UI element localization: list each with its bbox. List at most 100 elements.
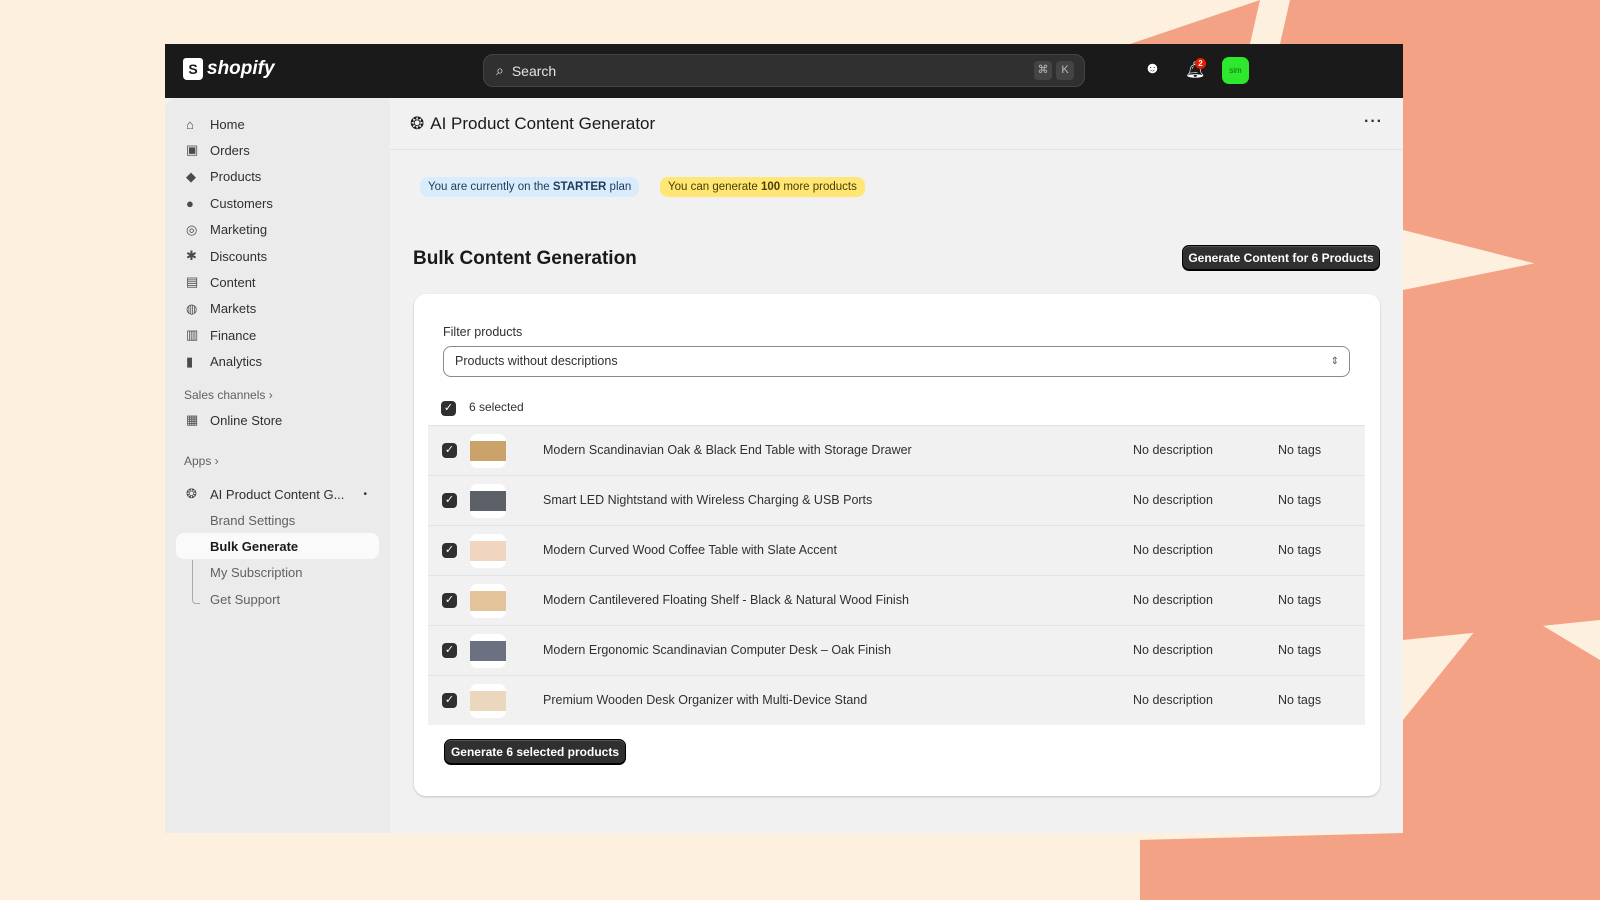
sidebar-item-markets[interactable]: ◍ Markets [176,296,379,322]
sidebar-item-orders[interactable]: ▣ Orders [176,137,379,163]
quota-prefix: You can generate [668,181,758,193]
row-checkbox[interactable]: ✓ [442,443,457,458]
sidebar-item-online-store[interactable]: ▦ Online Store [176,407,379,433]
discounts-icon: ✱ [186,248,197,263]
app-header: ❂ AI Product Content Generator [390,98,1403,150]
product-thumbnail [470,684,506,718]
row-checkbox[interactable]: ✓ [442,493,457,508]
product-tags: No tags [1278,493,1322,507]
apps-heading[interactable]: Apps › [184,454,219,468]
search-input[interactable]: ⌕ Search ⌘ K [483,54,1085,87]
app-aperture-icon: ❂ [410,113,425,133]
sidebar-subitem-bulk-generate[interactable]: Bulk Generate [176,533,379,560]
quota-suffix: more products [783,181,857,193]
sidebar-item-content[interactable]: ▤ Content [176,269,379,295]
sidebar-item-home[interactable]: ⌂ Home [176,111,379,137]
sidebar-item-analytics[interactable]: ▮ Analytics [176,349,379,375]
product-name[interactable]: Smart LED Nightstand with Wireless Charg… [543,493,872,507]
table-row[interactable]: ✓ Modern Ergonomic Scandinavian Computer… [428,625,1365,675]
product-thumbnail [470,634,506,668]
sidebar-item-finance[interactable]: ▥ Finance [176,322,379,348]
product-tags: No tags [1278,443,1322,457]
row-checkbox[interactable]: ✓ [442,543,457,558]
select-all-checkbox[interactable]: ✓ [441,401,456,416]
product-name[interactable]: Modern Curved Wood Coffee Table with Sla… [543,543,837,557]
shortcut-cmd-key: ⌘ [1034,61,1052,80]
orders-icon: ▣ [186,142,199,158]
product-tags: No tags [1278,543,1322,557]
sidebar-item-label: Home [210,116,245,132]
sidebar-item-discounts[interactable]: ✱ Discounts [176,243,379,269]
product-thumbnail [470,484,506,518]
sidebar-item-customers[interactable]: ● Customers [176,190,379,216]
sidebar-item-label: Brand Settings [210,512,296,528]
shopify-bag-icon: S [183,58,203,80]
sidebar-item-label: Online Store [210,412,283,428]
app-aperture-icon: ❂ [186,486,197,501]
row-checkbox[interactable]: ✓ [442,593,457,608]
filter-select[interactable]: Products without descriptions ⇕ [443,346,1350,377]
table-row[interactable]: ✓ Modern Scandinavian Oak & Black End Ta… [428,425,1365,475]
product-name[interactable]: Modern Cantilevered Floating Shelf - Bla… [543,593,909,607]
section-title: Bulk Content Generation [413,248,637,269]
sidebar-item-label: Markets [210,301,257,317]
customers-icon: ● [186,195,194,211]
product-description: No description [1133,443,1213,457]
product-description: No description [1133,643,1213,657]
sidebar-item-products[interactable]: ◆ Products [176,164,379,190]
sidebar-item-label: AI Product Content G... [210,486,345,502]
sidebar-item-label: Orders [210,142,250,158]
sidebar-item-label: Content [210,274,256,290]
plan-badge: You are currently on the STARTER plan [420,177,640,197]
generate-selected-button[interactable]: Generate 6 selected products [444,739,626,765]
shortcut-k-key: K [1056,61,1074,80]
product-tags: No tags [1278,693,1322,707]
shopify-admin-window: Sshopify ⌕ Search ⌘ K ☻ 🔔︎ 2 sim Sales c… [165,44,1403,833]
generate-content-button[interactable]: Generate Content for 6 Products [1182,245,1380,271]
sidebar-item-label: Finance [210,327,257,343]
sidebar: Sales channels › ▦ Online Store Apps › ❂ A… [165,98,390,833]
product-description: No description [1133,693,1213,707]
sales-channels-heading[interactable]: Sales channels › [184,388,273,402]
analytics-icon: ▮ [186,353,194,369]
plan-name: STARTER [552,181,607,193]
row-checkbox[interactable]: ✓ [442,643,457,658]
products-card: Filter products Products without descrip… [414,294,1380,796]
main-content: ❂ AI Product Content Generator ··· You ar… [390,98,1403,833]
sidebar-subitem-brand-settings[interactable]: Brand Settings [176,507,379,533]
search-icon: ⌕ [496,62,504,78]
filter-value: Products without descriptions [455,354,618,368]
product-name[interactable]: Premium Wooden Desk Organizer with Multi… [543,693,867,707]
sidebar-item-label: Customers [210,195,273,211]
sidebar-item-label: Products [210,169,262,185]
more-actions-icon[interactable]: ··· [1364,113,1383,131]
sidebar-item-marketing[interactable]: ◎ Marketing [176,217,379,243]
shopify-logo[interactable]: Sshopify [183,58,275,80]
avatar[interactable]: sim [1222,57,1249,84]
product-name[interactable]: Modern Ergonomic Scandinavian Computer D… [543,643,891,657]
products-icon: ◆ [186,168,196,184]
product-description: No description [1133,543,1213,557]
top-bar: Sshopify ⌕ Search ⌘ K ☻ 🔔︎ 2 sim [165,44,1403,98]
table-row[interactable]: ✓ Smart LED Nightstand with Wireless Cha… [428,475,1365,525]
row-checkbox[interactable]: ✓ [442,693,457,708]
filter-label: Filter products [443,325,523,339]
product-thumbnail [470,534,506,568]
sidebar-item-label: My Subscription [210,565,303,581]
pin-dot-icon: • [363,488,367,500]
sidebar-subitem-my-subscription[interactable]: My Subscription [176,560,379,586]
quota-count: 100 [760,181,781,193]
sidebar-item-ai-app[interactable]: ❂ AI Product Content G... • [176,481,379,507]
plan-suffix: plan [609,181,632,193]
products-table: ✓ Modern Scandinavian Oak & Black End Ta… [428,425,1365,725]
sidekick-icon[interactable]: ☻ [1144,60,1161,78]
sidebar-item-label: Marketing [210,222,268,238]
product-tags: No tags [1278,593,1322,607]
table-row[interactable]: ✓ Modern Cantilevered Floating Shelf - B… [428,575,1365,625]
product-name[interactable]: Modern Scandinavian Oak & Black End Tabl… [543,443,912,457]
marketing-icon: ◎ [186,221,198,237]
table-row[interactable]: ✓ Modern Curved Wood Coffee Table with S… [428,525,1365,575]
table-row[interactable]: ✓ Premium Wooden Desk Organizer with Mul… [428,675,1365,725]
sidebar-subitem-get-support[interactable]: Get Support [176,586,379,612]
plan-prefix: You are currently on the [428,181,550,193]
